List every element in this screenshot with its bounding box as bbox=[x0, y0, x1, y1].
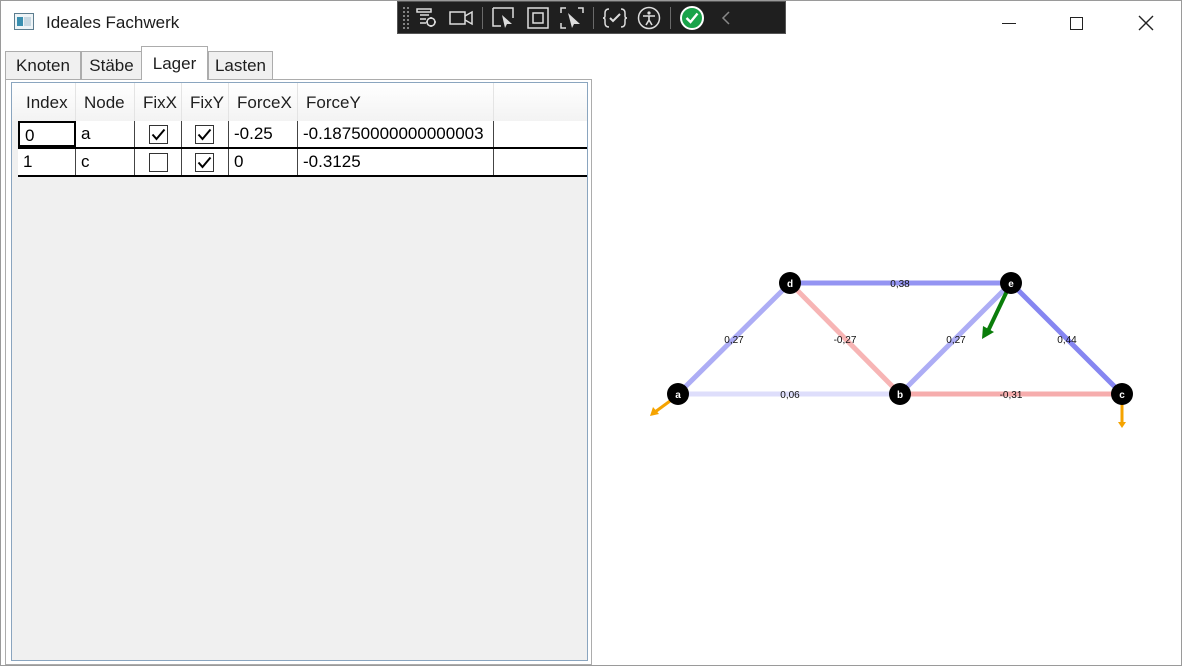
binding-icon bbox=[603, 7, 627, 28]
node-label: a bbox=[675, 390, 681, 401]
accessibility-icon bbox=[637, 6, 661, 29]
maximize-button[interactable] bbox=[1046, 1, 1106, 45]
track-focus-icon bbox=[560, 6, 584, 29]
tab-lager[interactable]: Lager bbox=[141, 46, 208, 80]
reaction-arrow-c bbox=[1118, 404, 1126, 428]
cell-fixy bbox=[182, 121, 229, 147]
cell-fixx bbox=[135, 121, 182, 147]
fixy-checkbox[interactable] bbox=[195, 153, 214, 172]
cell-forcex[interactable]: -0.25 bbox=[229, 121, 298, 147]
member-label: -0,31 bbox=[1000, 390, 1023, 401]
tab-knoten[interactable]: Knoten bbox=[5, 51, 81, 79]
member-label: 0,06 bbox=[780, 390, 800, 401]
table-row[interactable]: 1 c 0 -0.3125 bbox=[18, 149, 587, 177]
collapse-toolbar-button[interactable] bbox=[709, 4, 743, 32]
select-element-button[interactable] bbox=[487, 4, 521, 32]
column-header-fixx[interactable]: FixX bbox=[135, 83, 182, 121]
cell-index[interactable]: 0 bbox=[18, 121, 76, 147]
checkmark-icon bbox=[151, 128, 166, 141]
reaction-arrow-a bbox=[650, 399, 671, 416]
tab-lasten[interactable]: Lasten bbox=[208, 51, 273, 79]
toolbar-separator bbox=[482, 6, 483, 29]
layout-adorner-icon bbox=[527, 6, 549, 29]
hot-reload-status-button[interactable] bbox=[675, 4, 709, 32]
column-header-node[interactable]: Node bbox=[76, 83, 135, 121]
toolbar-separator bbox=[670, 6, 671, 29]
minimize-icon bbox=[1002, 22, 1016, 24]
select-cursor-icon bbox=[492, 6, 514, 28]
checkmark-icon bbox=[197, 156, 212, 169]
fixy-checkbox[interactable] bbox=[195, 125, 214, 144]
checkmark-icon bbox=[197, 128, 212, 141]
visual-tree-icon bbox=[416, 7, 436, 27]
node-label: c bbox=[1119, 390, 1125, 401]
display-layout-adorners-button[interactable] bbox=[521, 4, 555, 32]
column-header-forcex[interactable]: ForceX bbox=[229, 83, 298, 121]
toolbar-grip[interactable] bbox=[402, 5, 410, 30]
cell-forcex[interactable]: 0 bbox=[229, 149, 298, 175]
toolbar-separator bbox=[593, 6, 594, 29]
maximize-icon bbox=[1069, 16, 1083, 30]
column-header-fixy[interactable]: FixY bbox=[182, 83, 229, 121]
node-label: d bbox=[787, 279, 793, 290]
track-focused-element-button[interactable] bbox=[555, 4, 589, 32]
table-row[interactable]: 0 a -0.25 -0.18750000000000003 bbox=[18, 121, 587, 149]
node-e[interactable]: e bbox=[1000, 272, 1022, 294]
close-icon bbox=[1138, 15, 1154, 31]
cell-node[interactable]: a bbox=[76, 121, 135, 147]
cell-fixx bbox=[135, 149, 182, 175]
tab-staebe[interactable]: Stäbe bbox=[81, 51, 142, 79]
cell-forcey[interactable]: -0.18750000000000003 bbox=[298, 121, 494, 147]
node-a[interactable]: a bbox=[667, 383, 689, 405]
fixx-checkbox[interactable] bbox=[149, 153, 168, 172]
camera-icon bbox=[449, 10, 473, 25]
node-label: e bbox=[1008, 279, 1014, 290]
live-visual-tree-button[interactable] bbox=[410, 4, 444, 32]
member-label: 0,44 bbox=[1057, 335, 1077, 346]
node-b[interactable]: b bbox=[889, 383, 911, 405]
member-label: 0,38 bbox=[890, 279, 910, 290]
app-window: Ideales Fachwerk Knoten Stäbe Lager Last… bbox=[0, 0, 1182, 666]
column-header-forcey[interactable]: ForceY bbox=[298, 83, 494, 121]
close-button[interactable] bbox=[1116, 1, 1176, 45]
binding-failures-button[interactable] bbox=[598, 4, 632, 32]
window-title: Ideales Fachwerk bbox=[46, 13, 180, 32]
cell-fixy bbox=[182, 149, 229, 175]
node-label: b bbox=[897, 390, 903, 401]
record-button[interactable] bbox=[444, 4, 478, 32]
member-label: 0,27 bbox=[946, 335, 966, 346]
grid-header: Index Node FixX FixY ForceX ForceY bbox=[12, 83, 587, 121]
cell-node[interactable]: c bbox=[76, 149, 135, 175]
truss-canvas: 0,27 -0,27 0,38 0,27 0,44 0,06 -0,31 a b bbox=[650, 272, 1133, 428]
cell-forcey[interactable]: -0.3125 bbox=[298, 149, 494, 175]
supports-data-grid[interactable]: Index Node FixX FixY ForceX ForceY 0 a -… bbox=[11, 82, 588, 661]
check-circle-icon bbox=[680, 5, 704, 30]
app-icon bbox=[14, 13, 34, 30]
chevron-left-icon bbox=[721, 10, 730, 25]
debug-toolbar bbox=[397, 1, 786, 34]
cell-index[interactable]: 1 bbox=[18, 149, 76, 175]
column-header-index[interactable]: Index bbox=[18, 83, 76, 121]
fixx-checkbox[interactable] bbox=[149, 125, 168, 144]
node-c[interactable]: c bbox=[1111, 383, 1133, 405]
member-label: -0,27 bbox=[834, 335, 857, 346]
minimize-button[interactable] bbox=[979, 1, 1039, 45]
member-label: 0,27 bbox=[724, 335, 744, 346]
accessibility-checker-button[interactable] bbox=[632, 4, 666, 32]
node-d[interactable]: d bbox=[779, 272, 801, 294]
